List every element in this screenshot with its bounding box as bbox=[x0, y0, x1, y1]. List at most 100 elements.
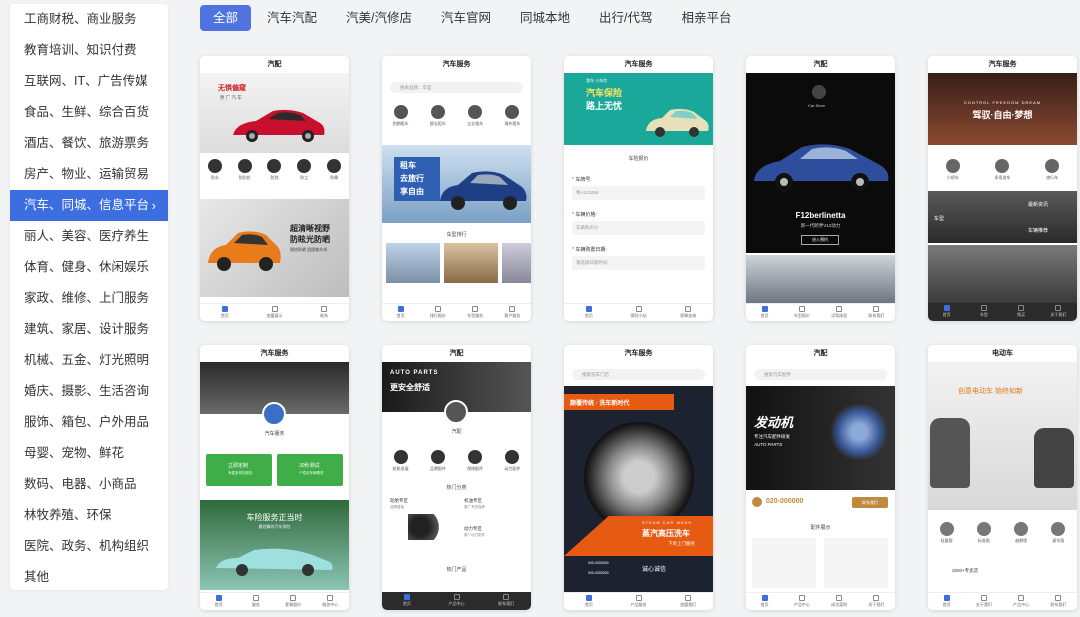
sidebar-item[interactable]: 食品、生鲜、综合百货 bbox=[10, 97, 168, 128]
category-tires[interactable]: 轮胎专区 bbox=[390, 498, 408, 504]
sidebar-item[interactable]: 婚庆、摄影、生活咨询 bbox=[10, 376, 168, 407]
template-card-car-insurance[interactable]: 汽车服务 我车 小车险 汽车保险 路上无忧 车险报价 * 车牌号: 粤A1234… bbox=[564, 56, 713, 321]
bottom-nav-item[interactable]: 首页 bbox=[746, 593, 783, 610]
bottom-nav-item[interactable]: 联系我们 bbox=[1040, 593, 1077, 610]
bottom-nav-item[interactable]: 联系我们 bbox=[858, 304, 895, 321]
filter-tab[interactable]: 汽车汽配 bbox=[254, 5, 330, 31]
bottom-nav-item[interactable]: 车型服务 bbox=[457, 304, 494, 321]
filter-tab[interactable]: 出行/代驾 bbox=[586, 5, 665, 31]
bottom-nav-item[interactable]: 保障咨询 bbox=[663, 304, 713, 321]
sidebar-item[interactable]: 房产、物业、运输贸易 bbox=[10, 159, 168, 190]
feature-item[interactable]: 小轿车 bbox=[941, 159, 965, 181]
contact-button[interactable]: 联系我们 bbox=[852, 497, 888, 508]
feature-item[interactable]: 动力配件 bbox=[500, 450, 524, 472]
category-oil[interactable]: 机油专区 bbox=[464, 498, 482, 504]
sidebar-item[interactable]: 家政、维修、上门服务 bbox=[10, 283, 168, 314]
bottom-nav-item[interactable]: 保险小站 bbox=[614, 304, 664, 321]
bottom-nav-item[interactable]: 产品中心 bbox=[783, 593, 820, 610]
sidebar-item[interactable]: 母婴、宠物、鲜花 bbox=[10, 438, 168, 469]
filter-tab[interactable]: 相亲平台 bbox=[669, 5, 745, 31]
sidebar-item[interactable]: 酒店、餐饮、旅游票务 bbox=[10, 128, 168, 159]
plate-input[interactable]: 粤A123456 bbox=[572, 186, 705, 200]
template-card-car-service[interactable]: 汽车服务 汽车服务 立即定制 专属多样化服务 30秒测试 个性化车辆需求 车险服… bbox=[200, 345, 349, 610]
car-thumb[interactable] bbox=[444, 243, 498, 283]
bottom-nav-item[interactable]: 产品服务 bbox=[614, 593, 664, 610]
feature-item[interactable]: 多用途车 bbox=[990, 159, 1014, 181]
sidebar-item[interactable]: 林牧养殖、环保 bbox=[10, 500, 168, 531]
bottom-nav-item[interactable]: 首页 bbox=[200, 593, 237, 610]
search-input[interactable]: 搜索品牌、车型 bbox=[390, 82, 523, 93]
feature-item[interactable]: 超长租车 bbox=[426, 105, 450, 127]
car-thumb[interactable] bbox=[502, 243, 531, 283]
feature-item[interactable]: 标准版 bbox=[972, 522, 996, 544]
feature-item[interactable]: 防霉 bbox=[322, 159, 346, 181]
customize-button[interactable]: 立即定制 专属多样化服务 bbox=[206, 454, 272, 486]
bottom-nav-item[interactable]: 客户服务 bbox=[494, 304, 531, 321]
search-input[interactable]: 搜索汽车配件 bbox=[754, 369, 887, 380]
bottom-nav-item[interactable]: 首页 bbox=[928, 593, 965, 610]
feature-item[interactable]: 轻量版 bbox=[935, 522, 959, 544]
bottom-nav-item[interactable]: 服务 bbox=[237, 593, 274, 610]
sidebar-item[interactable]: 体育、健身、休闲娱乐 bbox=[10, 252, 168, 283]
feature-item[interactable]: 防刮花 bbox=[233, 159, 257, 181]
bottom-nav-item[interactable]: 服务中心 bbox=[312, 593, 349, 610]
feature-item[interactable]: 品牌配件 bbox=[426, 450, 450, 472]
feature-item[interactable]: 企业租车 bbox=[463, 105, 487, 127]
bottom-nav-item[interactable]: 产品中心 bbox=[432, 592, 482, 610]
bottom-nav-item[interactable]: 首页 bbox=[928, 303, 965, 321]
feature-item[interactable]: 轮胎发展 bbox=[389, 450, 413, 472]
sidebar-item[interactable]: 互联网、IT、广告传媒 bbox=[10, 66, 168, 97]
feature-item[interactable]: 防水 bbox=[203, 159, 227, 181]
bottom-nav-item[interactable]: 联系我们 bbox=[481, 592, 531, 610]
bottom-nav-item[interactable]: 联系 bbox=[299, 304, 349, 321]
sidebar-item[interactable]: 建筑、家居、设计服务 bbox=[10, 314, 168, 345]
category-power[interactable]: 动力专区 bbox=[464, 526, 482, 532]
feature-item[interactable]: 豪华版 bbox=[1046, 522, 1070, 544]
bottom-nav-item[interactable]: 首页 bbox=[564, 593, 614, 610]
bottom-nav-item[interactable]: 关于我们 bbox=[1040, 303, 1077, 321]
product-thumb[interactable] bbox=[824, 538, 888, 588]
bottom-nav-item[interactable]: 首页 bbox=[746, 304, 783, 321]
template-card-car-wash[interactable]: 汽车服务 搜索洗车门店 颠覆传统 · 洗车新时代 STEAM CAR WASH … bbox=[564, 345, 713, 610]
sidebar-item[interactable]: 其他 bbox=[10, 562, 168, 593]
bottom-nav-item[interactable]: 产品中心 bbox=[1003, 593, 1040, 610]
filter-tab[interactable]: 汽车官网 bbox=[428, 5, 504, 31]
template-card-sports-car[interactable]: 汽配 Car Store F12berlinetta 新一代跨界V12动力 进入… bbox=[746, 56, 895, 321]
quick-test-button[interactable]: 30秒测试 个性化车辆需求 bbox=[277, 454, 343, 486]
book-button[interactable]: 进入预约 bbox=[801, 235, 839, 245]
bottom-nav-item[interactable]: 首页 bbox=[200, 304, 250, 321]
filter-tab[interactable]: 全部 bbox=[200, 5, 252, 31]
bottom-nav-item[interactable]: 加盟展示 bbox=[250, 304, 300, 321]
feature-item[interactable]: 境外租车 bbox=[500, 105, 524, 127]
bottom-nav-item[interactable]: 首页 bbox=[382, 592, 432, 610]
feature-item[interactable]: 到期租车 bbox=[389, 105, 413, 127]
bottom-nav-item[interactable]: 车型报价 bbox=[783, 304, 820, 321]
bottom-nav-item[interactable]: 购买 bbox=[1003, 303, 1040, 321]
date-input[interactable]: 请选择日期时间 bbox=[572, 256, 705, 270]
bottom-nav-item[interactable]: 套餐报价 bbox=[275, 593, 312, 610]
bottom-nav-item[interactable]: 排行报价 bbox=[419, 304, 456, 321]
bottom-nav-item[interactable]: 首页 bbox=[564, 304, 614, 321]
template-card-auto-parts[interactable]: 汽配 AUTO PARTS 更安全舒适 汽配 轮胎发展 品牌配件 保修配件 动力配件 … bbox=[382, 345, 531, 610]
bottom-nav-item[interactable]: 试驾体验 bbox=[821, 304, 858, 321]
sidebar-item[interactable]: 丽人、美容、医疗养生 bbox=[10, 221, 168, 252]
sidebar-item[interactable]: 汽车、同城、信息平台 › bbox=[10, 190, 168, 221]
template-card-engine-parts[interactable]: 汽配 搜索汽车配件 发动机 专注汽车配件研发 AUTO PARTS 020-00… bbox=[746, 345, 895, 610]
bottom-nav-item[interactable]: 加盟我们 bbox=[663, 593, 713, 610]
template-card-car-rental[interactable]: 汽车服务 搜索品牌、车型 到期租车 超长租车 企业租车 境外租车 租车 去旅行 享自由… bbox=[382, 56, 531, 321]
bottom-nav-item[interactable]: 首页 bbox=[382, 304, 419, 321]
sidebar-item[interactable]: 数码、电器、小商品 bbox=[10, 469, 168, 500]
feature-item[interactable]: 防划 bbox=[262, 159, 286, 181]
filter-tab[interactable]: 汽美/汽修店 bbox=[333, 5, 425, 31]
sidebar-item[interactable]: 工商财税、商业服务 bbox=[10, 4, 168, 35]
product-thumb[interactable] bbox=[752, 538, 816, 588]
bottom-nav-item[interactable]: 关于我们 bbox=[965, 593, 1002, 610]
template-card-electric-scooter[interactable]: 电动车 创意电动车 始终如新 轻量版 标准版 越野版 豪华版 2500+专卖店 首页 关… bbox=[928, 345, 1077, 610]
sidebar-item[interactable]: 机械、五金、灯光照明 bbox=[10, 345, 168, 376]
price-input[interactable]: 车辆购买价 bbox=[572, 221, 705, 235]
bottom-nav-item[interactable]: 成功案例 bbox=[821, 593, 858, 610]
template-card-car-dealer[interactable]: 汽车服务 CONTROL FREEDOM DREAM 驾驭·自由·梦想 小轿车 多… bbox=[928, 56, 1077, 321]
feature-item[interactable]: 越野版 bbox=[1009, 522, 1033, 544]
feature-item[interactable]: 旅行车 bbox=[1040, 159, 1064, 181]
search-input[interactable]: 搜索洗车门店 bbox=[572, 369, 705, 380]
